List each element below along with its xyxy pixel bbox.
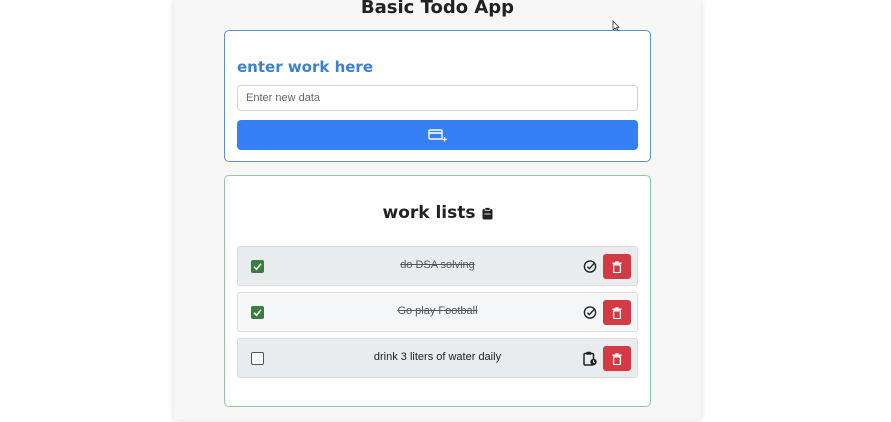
trash-icon bbox=[612, 260, 622, 273]
add-todo-button[interactable] bbox=[237, 120, 638, 150]
work-list-title: work lists bbox=[382, 203, 476, 223]
todo-item: Go play Football bbox=[237, 292, 638, 332]
check-circle-icon[interactable] bbox=[583, 259, 597, 274]
todo-checkbox[interactable] bbox=[251, 260, 264, 273]
todo-text: drink 3 liters of water daily bbox=[373, 351, 502, 363]
trash-icon bbox=[612, 352, 622, 365]
todo-item: do DSA solving bbox=[237, 246, 638, 286]
app-container: Basic Todo App enter work here work list… bbox=[174, 0, 701, 420]
checkmark-icon bbox=[253, 309, 262, 317]
clipboard-icon bbox=[482, 206, 492, 219]
entry-heading: enter work here bbox=[237, 58, 373, 76]
add-card-icon bbox=[427, 128, 447, 141]
delete-button[interactable] bbox=[603, 346, 631, 371]
clipboard-clock-icon[interactable] bbox=[583, 351, 597, 366]
checkmark-icon bbox=[253, 263, 262, 271]
entry-card: enter work here bbox=[224, 30, 651, 162]
todo-text: do DSA solving bbox=[400, 259, 475, 271]
delete-button[interactable] bbox=[603, 300, 631, 325]
todo-checkbox[interactable] bbox=[251, 352, 264, 365]
app-title: Basic Todo App bbox=[360, 0, 515, 18]
todo-checkbox[interactable] bbox=[251, 306, 264, 319]
new-todo-input[interactable] bbox=[237, 85, 638, 111]
todo-text: Go play Football bbox=[397, 305, 478, 317]
check-circle-icon[interactable] bbox=[583, 305, 597, 320]
delete-button[interactable] bbox=[603, 254, 631, 279]
work-list-card: work lists do DSA solving Go play Footba… bbox=[224, 175, 651, 407]
work-list-heading: work lists bbox=[225, 203, 650, 223]
todo-item: drink 3 liters of water daily bbox=[237, 338, 638, 378]
trash-icon bbox=[612, 306, 622, 319]
